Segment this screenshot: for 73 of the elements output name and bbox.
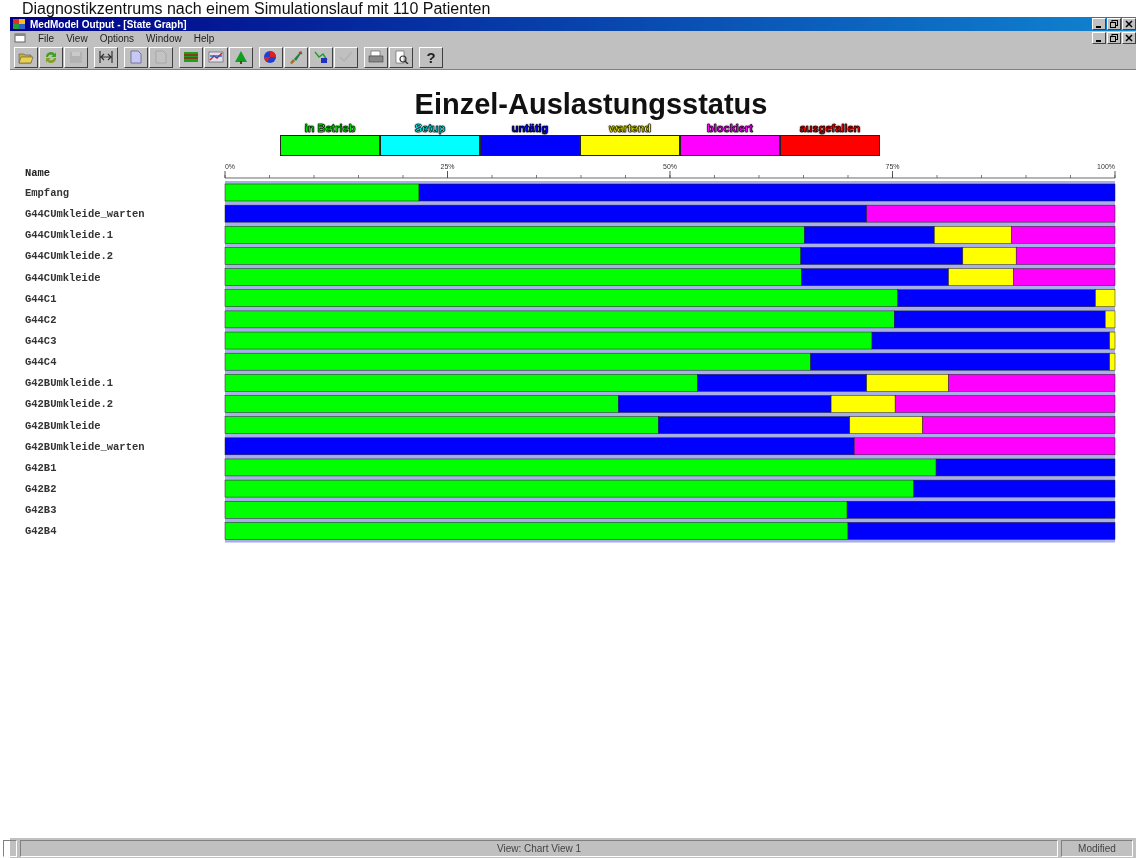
window-title: MedModel Output - [State Graph] <box>30 18 187 30</box>
grid-icon <box>183 50 199 64</box>
legend-label: untätig <box>511 122 549 135</box>
minimize-button[interactable] <box>1092 18 1106 30</box>
graph-icon <box>313 50 329 64</box>
close-icon <box>1125 34 1133 42</box>
row-label: G42BUmkleide.1 <box>25 377 114 390</box>
menu-item[interactable]: Options <box>99 32 135 44</box>
row-label: G42B2 <box>25 483 57 496</box>
help-button[interactable]: ? <box>419 46 443 68</box>
legend-label: Setup <box>414 122 446 135</box>
toolbar-button[interactable] <box>39 46 63 68</box>
toolbar-button[interactable] <box>94 46 118 68</box>
chart-title: Einzel-Auslastungsstatus <box>414 88 768 121</box>
toolbar-button[interactable] <box>309 46 333 68</box>
row-label: G42B3 <box>25 504 57 517</box>
restore-icon <box>1110 20 1118 28</box>
row-label: G44CUmkleide_warten <box>25 208 145 221</box>
toolbar-button[interactable] <box>179 46 203 68</box>
row-label: G44C3 <box>25 335 57 348</box>
close-button[interactable] <box>1122 18 1136 30</box>
toolbar-button[interactable] <box>389 46 413 68</box>
close-button[interactable] <box>1122 32 1136 44</box>
restore-button[interactable] <box>1107 32 1121 44</box>
legend-label: wartend <box>608 122 652 135</box>
minimize-button[interactable] <box>1092 32 1106 44</box>
row-label: G42BUmkleide <box>25 419 101 432</box>
toolbar-button[interactable] <box>124 46 148 68</box>
toolbar-button[interactable] <box>284 46 308 68</box>
caption-text: Diagnostikzentrums nach einem Simulationslauf mit 110 Patienten <box>21 0 492 17</box>
status-panel <box>3 839 17 857</box>
pie-icon <box>263 50 279 64</box>
app-icon <box>12 18 26 30</box>
chart-icon <box>208 50 224 64</box>
tree-icon <box>233 50 249 64</box>
row-label: G42BUmkleide_warten <box>25 440 145 453</box>
menu-item[interactable]: Window <box>146 32 182 44</box>
menu-item[interactable]: Help <box>193 32 215 44</box>
legend-label: in Betrieb <box>304 122 356 135</box>
menu-item[interactable]: File <box>38 32 55 44</box>
toolbar-button[interactable] <box>14 46 38 68</box>
menu-item[interactable]: View <box>66 32 88 44</box>
restore-button[interactable] <box>1107 18 1121 30</box>
restore-icon <box>1110 34 1118 42</box>
brush-icon <box>288 50 304 64</box>
page-icon <box>128 50 144 64</box>
toolbar-button[interactable] <box>229 46 253 68</box>
document-icon <box>14 33 26 43</box>
close-icon <box>1125 20 1133 28</box>
row-label: G42BUmkleide.2 <box>25 398 114 411</box>
folder-icon <box>18 50 34 64</box>
column-header: Name <box>25 167 51 179</box>
row-label: G44CUmkleide.1 <box>25 229 114 242</box>
refresh-icon <box>43 50 59 64</box>
row-label: G44C1 <box>25 292 57 305</box>
legend-label: blockiert <box>707 122 753 135</box>
toolbar-button[interactable] <box>259 46 283 68</box>
toolbar-button[interactable] <box>204 46 228 68</box>
page-icon <box>153 50 169 64</box>
row-label: G44C2 <box>25 313 57 326</box>
legend-label: ausgefallen <box>799 122 861 135</box>
status-text: View: Chart View 1 <box>20 839 1058 857</box>
row-label: G42B4 <box>25 525 57 538</box>
row-label: G42B1 <box>25 461 57 474</box>
preview-icon <box>393 50 409 64</box>
toolbar-button[interactable] <box>364 46 388 68</box>
row-label: G44CUmkleide <box>25 271 101 284</box>
status-text: Modified <box>1061 839 1133 857</box>
row-label: Empfang <box>25 187 70 199</box>
fit-width-icon <box>98 50 114 64</box>
row-label: G44CUmkleide.2 <box>25 250 114 263</box>
row-label: G44C4 <box>25 356 57 369</box>
printer-icon <box>368 50 384 64</box>
